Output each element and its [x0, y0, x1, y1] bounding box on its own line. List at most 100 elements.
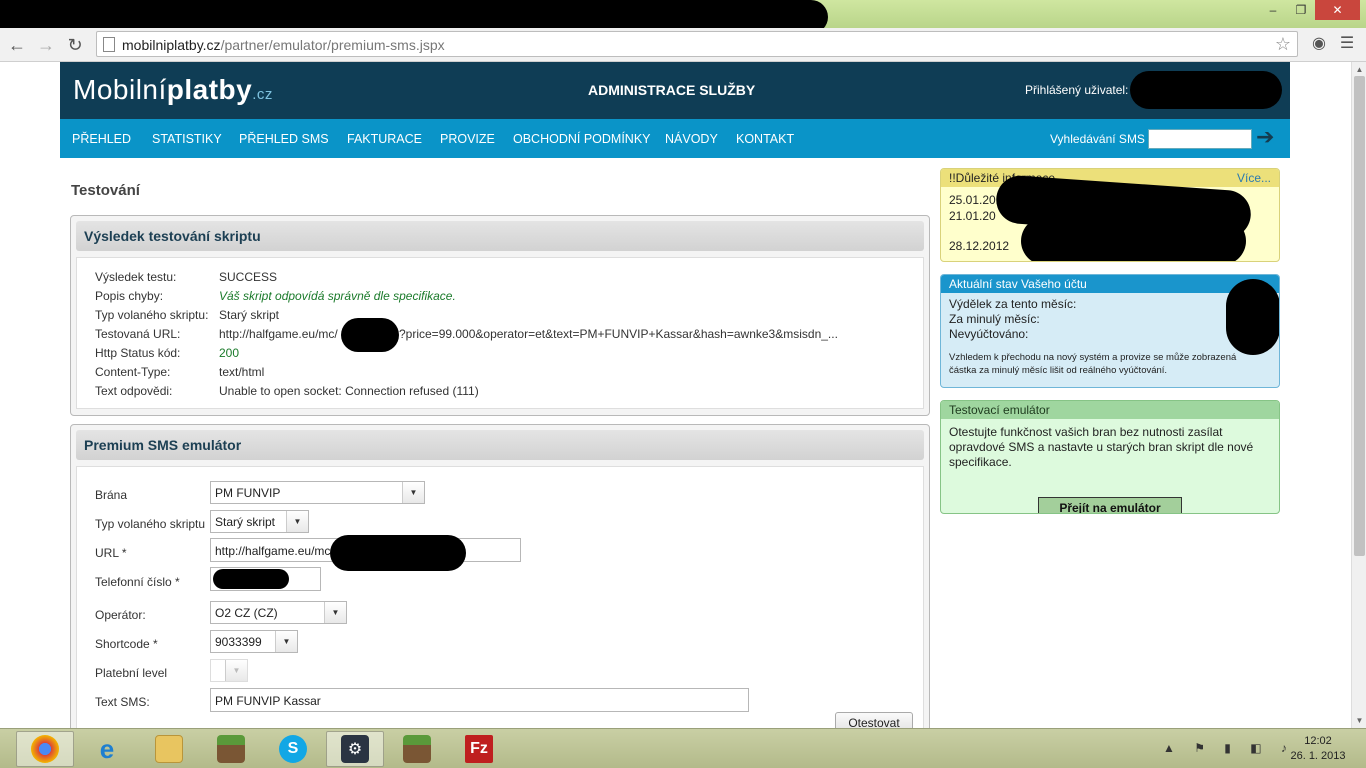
sms-search-input[interactable]: [1148, 129, 1252, 149]
nav-statistiky[interactable]: STATISTIKY: [152, 132, 222, 146]
folder-icon: [155, 735, 183, 763]
system-tray[interactable]: ▲ ⚑ ▮ ◧ ♪: [1163, 741, 1295, 755]
nav-obchodni-podminky[interactable]: OBCHODNÍ PODMÍNKY: [513, 132, 651, 146]
nav-prehled[interactable]: PŘEHLED: [72, 132, 131, 146]
test-emulator-body: Otestujte funkčnost vašich bran bez nutn…: [941, 419, 1279, 513]
typ-select[interactable]: Starý skript ▼: [210, 510, 309, 533]
result-label: Popis chyby:: [95, 289, 164, 303]
site-header: Mobilníplatby.cz ADMINISTRACE SLUŽBY Při…: [60, 62, 1290, 119]
account-line: Nevyúčtováno:: [949, 327, 1029, 341]
nav-provize[interactable]: PROVIZE: [440, 132, 495, 146]
taskbar-steam[interactable]: ⚙: [326, 731, 384, 767]
taskbar-ie[interactable]: e: [78, 731, 136, 767]
logged-user-label: Přihlášený uživatel:: [1025, 83, 1129, 97]
taskbar-explorer[interactable]: [140, 731, 198, 767]
result-value: 200: [219, 346, 240, 360]
shortcode-label: Shortcode *: [95, 637, 158, 651]
level-label: Platební level: [95, 666, 168, 680]
chrome-icon: [31, 735, 59, 763]
result-value: Váš skript odpovídá správně dle specifik…: [219, 289, 456, 303]
page-scrollbar[interactable]: ▲ ▼: [1351, 62, 1366, 728]
redacted-url-input-part: [330, 535, 466, 571]
chevron-down-icon: ▼: [402, 482, 424, 503]
taskbar-chrome[interactable]: [16, 731, 74, 767]
page-icon: [103, 37, 115, 52]
clock-date: 26. 1. 2013: [1290, 750, 1346, 762]
go-to-emulator-button[interactable]: Přejít na emulátor: [1038, 497, 1182, 513]
text-sms-input[interactable]: PM FUNVIP Kassar: [210, 688, 749, 712]
account-note: Vzhledem k přechodu na nový systém a pro…: [949, 352, 1237, 376]
result-value: Unable to open socket: Connection refuse…: [219, 384, 479, 398]
address-url[interactable]: mobilniplatby.cz/partner/emulator/premiu…: [122, 37, 445, 53]
result-label: Testovaná URL:: [95, 327, 181, 341]
redacted-username: [1130, 71, 1282, 109]
minecraft-icon: [403, 735, 431, 763]
chevron-down-icon: ▼: [225, 660, 247, 681]
test-emulator-box: Testovací emulátor Otestujte funkčnost v…: [940, 400, 1280, 514]
clock-time: 12:02: [1304, 735, 1332, 747]
steam-icon: ⚙: [341, 735, 369, 763]
back-icon[interactable]: ←: [6, 34, 28, 56]
nav-prehled-sms[interactable]: PŘEHLED SMS: [239, 132, 329, 146]
test-submit-button[interactable]: Otestovat: [835, 712, 913, 728]
maximize-button[interactable]: ❐: [1287, 0, 1315, 20]
url-label: URL *: [95, 546, 127, 560]
level-select[interactable]: ▼: [210, 659, 248, 682]
test-emulator-header: Testovací emulátor: [941, 401, 1279, 419]
site-logo[interactable]: Mobilníplatby.cz: [73, 74, 273, 106]
reload-icon[interactable]: ↻: [64, 34, 86, 56]
redacted-phone: [213, 569, 289, 589]
scroll-up-icon[interactable]: ▲: [1352, 62, 1366, 77]
minimize-button[interactable]: –: [1259, 0, 1287, 20]
emulator-panel-header: Premium SMS emulátor: [76, 430, 924, 460]
account-line: Výdělek za tento měsíc:: [949, 297, 1077, 311]
chevron-down-icon: ▼: [275, 631, 297, 652]
search-arrow-icon[interactable]: ➔: [1256, 124, 1274, 150]
result-value: SUCCESS: [219, 270, 278, 284]
forward-icon[interactable]: →: [35, 34, 57, 56]
taskbar-filezilla[interactable]: Fz: [450, 731, 508, 767]
result-value: text/html: [219, 365, 265, 379]
account-status-box: Aktuální stav Vašeho účtu Výdělek za ten…: [940, 274, 1280, 388]
scroll-down-icon[interactable]: ▼: [1352, 713, 1366, 728]
browser-toolbar: ← → ↻ mobilniplatby.cz/partner/emulator/…: [0, 28, 1366, 62]
nav-kontakt[interactable]: KONTAKT: [736, 132, 794, 146]
internet-explorer-icon: e: [99, 733, 115, 764]
result-panel: Výsledek testování skriptu Výsledek test…: [70, 215, 930, 416]
taskbar-minecraft[interactable]: [202, 731, 260, 767]
taskbar-skype[interactable]: S: [264, 731, 322, 767]
chevron-down-icon: ▼: [324, 602, 346, 623]
phone-label: Telefonní číslo *: [95, 575, 180, 589]
important-info-box: !!Důležité informace Více... 25.01.201 2…: [940, 168, 1280, 262]
account-line: Za minulý měsíc:: [949, 312, 1040, 326]
sms-search-label: Vyhledávání SMS: [1050, 132, 1145, 146]
address-bar[interactable]: mobilniplatby.cz/partner/emulator/premiu…: [96, 31, 1298, 57]
operator-select[interactable]: O2 CZ (CZ) ▼: [210, 601, 347, 624]
header-title: ADMINISTRACE SLUŽBY: [588, 82, 756, 98]
typ-label: Typ volaného skriptu: [95, 517, 206, 531]
result-panel-header: Výsledek testování skriptu: [76, 221, 924, 251]
taskbar-clock[interactable]: 12:02 26. 1. 2013: [1288, 734, 1348, 764]
scroll-thumb[interactable]: [1354, 76, 1365, 556]
nav-fakturace[interactable]: FAKTURACE: [347, 132, 422, 146]
menu-icon[interactable]: ☰: [1336, 33, 1358, 55]
nav-navody[interactable]: NÁVODY: [665, 132, 718, 146]
important-info-body: 25.01.201 21.01.20 28.12.2012 lena m: [941, 174, 1279, 261]
result-label: Http Status kód:: [95, 346, 181, 360]
tested-url-value: http://halfgame.eu/mc/: [219, 327, 338, 341]
result-label: Výsledek testu:: [95, 270, 177, 284]
browser-titlebar: – ❐ ✕: [0, 0, 1366, 34]
bookmark-star-icon[interactable]: ☆: [1275, 34, 1291, 55]
taskbar-minecraft[interactable]: [388, 731, 446, 767]
brana-select[interactable]: PM FUNVIP ▼: [210, 481, 425, 504]
close-button[interactable]: ✕: [1315, 0, 1360, 20]
redacted-news: [1021, 217, 1246, 261]
more-link[interactable]: Více...: [1237, 171, 1271, 185]
result-value: Starý skript: [219, 308, 280, 322]
shortcode-select[interactable]: 9033399 ▼: [210, 630, 298, 653]
account-status-body: Výdělek za tento měsíc: Za minulý měsíc:…: [941, 279, 1279, 387]
result-label: Content-Type:: [95, 365, 171, 379]
tested-url-suffix: ?price=99.000&operator=et&text=PM+FUNVIP…: [399, 327, 838, 341]
redacted-amounts: [1226, 279, 1279, 355]
extension-icon[interactable]: ◉: [1308, 33, 1330, 55]
